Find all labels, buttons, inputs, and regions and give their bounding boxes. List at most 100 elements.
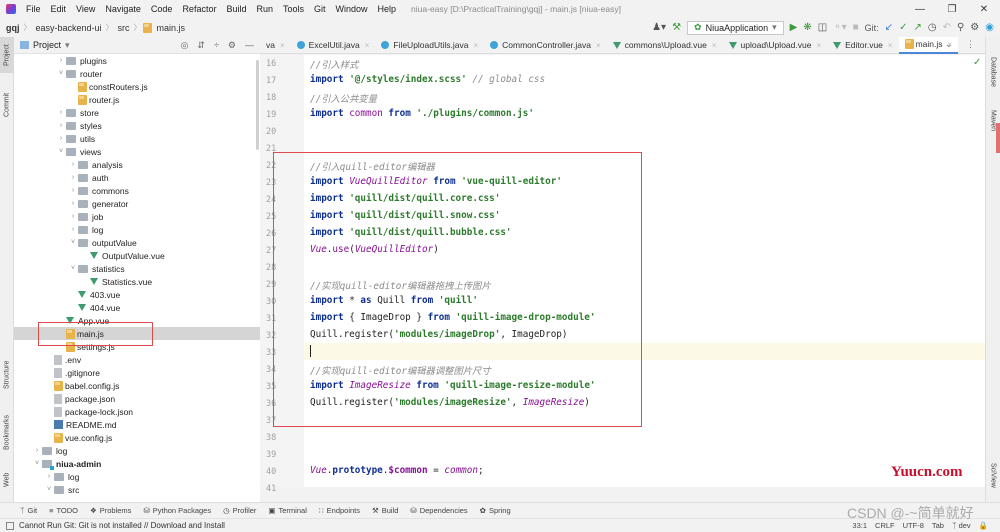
status-message[interactable]: Cannot Run Git: Git is not installed // … xyxy=(19,521,225,530)
menu-window[interactable]: Window xyxy=(331,4,373,14)
hide-panel-icon[interactable]: — xyxy=(245,40,254,51)
close-tab-icon[interactable]: × xyxy=(816,41,821,50)
close-tab-icon[interactable]: × xyxy=(280,41,285,50)
chevron-right-icon[interactable]: › xyxy=(56,109,66,116)
search-icon[interactable]: ⚲ xyxy=(957,22,964,33)
close-tab-icon[interactable]: × xyxy=(596,41,601,50)
menu-tools[interactable]: Tools xyxy=(278,4,309,14)
tree-item[interactable]: ˅ router xyxy=(14,67,260,80)
tree-item[interactable]: router.js xyxy=(14,93,260,106)
breadcrumb-folder[interactable]: src xyxy=(115,23,133,33)
tree-item[interactable]: › styles xyxy=(14,119,260,132)
menu-file[interactable]: File xyxy=(21,4,46,14)
chevron-down-icon[interactable]: ˅ xyxy=(68,239,78,246)
close-tab-icon[interactable]: × xyxy=(712,41,717,50)
editor-tab[interactable]: upload\Upload.vue × xyxy=(723,37,828,54)
tab-list-chevron-icon[interactable]: ⌄ xyxy=(945,39,953,50)
tool-tab-commit[interactable]: Commit xyxy=(0,85,14,125)
tree-item[interactable]: ˅ niua-admin xyxy=(14,457,260,470)
tool-todo[interactable]: ≡ TODO xyxy=(49,506,78,515)
tree-item[interactable]: babel.config.js xyxy=(14,379,260,392)
git-update-icon[interactable]: ↙ xyxy=(885,22,893,33)
chevron-down-icon[interactable]: ˅ xyxy=(44,486,54,493)
tool-tab-project[interactable]: Project xyxy=(0,37,14,73)
code-line[interactable]: import common from './plugins/common.js' xyxy=(310,108,534,119)
tree-item[interactable]: vue.config.js xyxy=(14,431,260,444)
stop-icon[interactable]: ■ xyxy=(853,22,859,33)
tool-spring[interactable]: ✿ Spring xyxy=(480,506,511,515)
chevron-right-icon[interactable]: › xyxy=(68,161,78,168)
tree-item[interactable]: 403.vue xyxy=(14,288,260,301)
chevron-right-icon[interactable]: › xyxy=(68,174,78,181)
chevron-right-icon[interactable]: › xyxy=(56,57,66,64)
tool-tab-structure[interactable]: Structure xyxy=(0,355,14,395)
code-line[interactable]: //引入公共变量 xyxy=(310,91,377,105)
tool-problems[interactable]: ❖ Problems xyxy=(90,506,131,515)
tool-python-packages[interactable]: ⛁ Python Packages xyxy=(143,506,211,515)
chevron-right-icon[interactable]: › xyxy=(68,187,78,194)
chevron-down-icon[interactable]: ˅ xyxy=(56,70,66,77)
breadcrumb-file[interactable]: main.js xyxy=(154,23,189,33)
run-icon[interactable]: ▶ xyxy=(790,22,798,33)
expand-all-icon[interactable]: ⇵ xyxy=(197,40,205,51)
tool-git[interactable]: ᛉ Git xyxy=(20,506,37,515)
tree-item[interactable]: › utils xyxy=(14,132,260,145)
run-configuration-select[interactable]: ✿ NiuaApplication ▾ xyxy=(687,20,784,35)
notification-icon[interactable] xyxy=(6,521,14,530)
breadcrumb-module[interactable]: easy-backend-ui xyxy=(33,23,105,33)
gear-icon[interactable]: ⚙ xyxy=(970,22,979,33)
tree-item[interactable]: ˅ outputValue xyxy=(14,236,260,249)
menu-help[interactable]: Help xyxy=(373,4,402,14)
tool-dependencies[interactable]: ⛁ Dependencies xyxy=(410,506,467,515)
editor-tab[interactable]: Editor.vue × xyxy=(827,37,898,54)
tree-item[interactable]: ˅ statistics xyxy=(14,262,260,275)
tool-terminal[interactable]: ▣ Terminal xyxy=(268,506,306,515)
editor-tab[interactable]: ExcelUtil.java × xyxy=(291,37,376,54)
tree-item[interactable]: › log xyxy=(14,223,260,236)
chevron-right-icon[interactable]: › xyxy=(32,447,42,454)
tree-item[interactable]: package.json xyxy=(14,392,260,405)
tree-item[interactable]: README.md xyxy=(14,418,260,431)
tree-item[interactable]: 404.vue xyxy=(14,301,260,314)
menu-build[interactable]: Build xyxy=(221,4,251,14)
chevron-right-icon[interactable]: › xyxy=(68,213,78,220)
tree-item[interactable]: › generator xyxy=(14,197,260,210)
chevron-right-icon[interactable]: › xyxy=(68,200,78,207)
tool-build[interactable]: ⚒ Build xyxy=(372,506,398,515)
tree-item[interactable]: .gitignore xyxy=(14,366,260,379)
editor-tab[interactable]: CommonController.java × xyxy=(484,37,607,54)
menu-code[interactable]: Code xyxy=(146,4,178,14)
code-line[interactable]: //引入样式 xyxy=(310,57,358,71)
collapse-all-icon[interactable]: ÷ xyxy=(214,40,219,51)
history-clock-icon[interactable]: ◷ xyxy=(928,22,937,33)
tree-item[interactable]: OutputValue.vue xyxy=(14,249,260,262)
coverage-icon[interactable]: ◫ xyxy=(818,22,827,33)
chevron-down-icon[interactable]: ˅ xyxy=(32,460,42,467)
more-tabs-icon[interactable]: ⋮ xyxy=(966,39,975,50)
minimize-button[interactable]: — xyxy=(904,4,936,15)
code-line[interactable]: Vue.prototype.$common = common; xyxy=(310,465,484,476)
tree-item[interactable]: Statistics.vue xyxy=(14,275,260,288)
tool-tab-bookmarks[interactable]: Bookmarks xyxy=(0,407,14,457)
chevron-right-icon[interactable]: › xyxy=(68,226,78,233)
tree-item[interactable]: package-lock.json xyxy=(14,405,260,418)
git-push-icon[interactable]: ↗ xyxy=(913,22,921,33)
chevron-down-icon[interactable]: ▾ xyxy=(65,40,70,51)
menu-edit[interactable]: Edit xyxy=(46,4,72,14)
user-profile-icon[interactable]: ♟▾ xyxy=(652,22,666,33)
close-button[interactable]: ✕ xyxy=(968,4,1000,15)
plugin-logo-icon[interactable]: ◉ xyxy=(985,22,994,33)
gear-icon[interactable]: ⚙ xyxy=(228,40,236,51)
locate-file-icon[interactable]: ◎ xyxy=(181,40,189,51)
debug-bug-icon[interactable]: ❋ xyxy=(803,22,811,33)
build-hammer-icon[interactable]: ⚒ xyxy=(672,22,681,33)
chevron-right-icon[interactable]: › xyxy=(56,122,66,129)
menu-navigate[interactable]: Navigate xyxy=(100,4,146,14)
close-tab-icon[interactable]: × xyxy=(888,41,893,50)
tree-item[interactable]: ˅ src xyxy=(14,483,260,496)
tree-item[interactable]: › job xyxy=(14,210,260,223)
tree-item[interactable]: › commons xyxy=(14,184,260,197)
tree-item[interactable]: › log xyxy=(14,470,260,483)
editor-tab[interactable]: va × xyxy=(260,37,291,54)
chevron-down-icon[interactable]: ˅ xyxy=(68,265,78,272)
